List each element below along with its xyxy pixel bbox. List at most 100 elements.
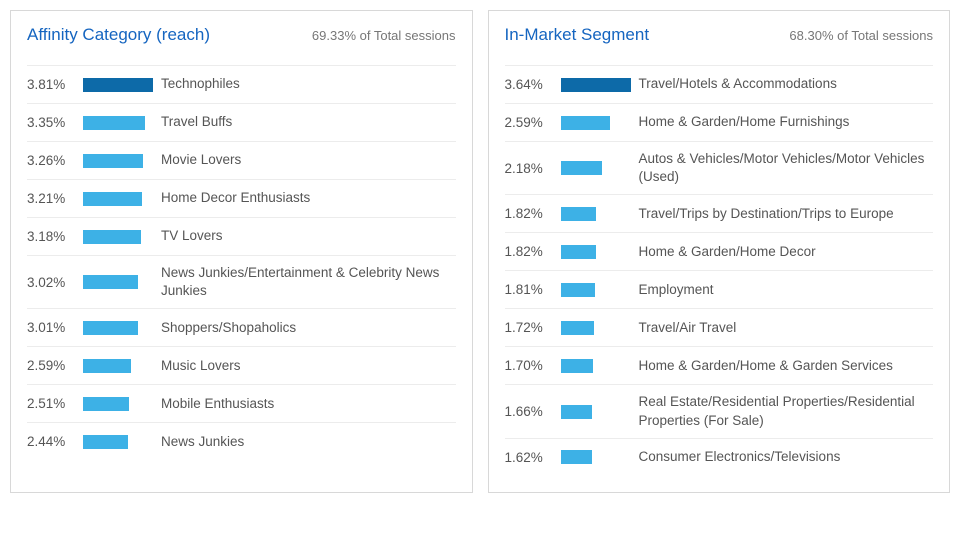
bar-icon [561, 405, 593, 419]
bar-icon [83, 397, 129, 411]
percentage-value: 1.72% [505, 320, 561, 335]
data-row[interactable]: 3.81%Technophiles [27, 65, 456, 103]
percentage-value: 1.70% [505, 358, 561, 373]
row-label: Real Estate/Residential Properties/Resid… [639, 393, 934, 429]
panel-subtitle: 68.30% of Total sessions [789, 28, 933, 43]
data-row[interactable]: 2.44% News Junkies [27, 422, 456, 460]
percentage-value: 3.26% [27, 153, 83, 168]
bar-icon [561, 321, 594, 335]
bar-cell [83, 192, 161, 206]
data-row[interactable]: 2.59% Home & Garden/Home Furnishings [505, 103, 934, 141]
row-label: Consumer Electronics/Televisions [639, 448, 841, 466]
row-label: Travel Buffs [161, 113, 232, 131]
data-row[interactable]: 3.64% Travel/Hotels & Accommodations [505, 65, 934, 103]
data-row[interactable]: 1.81% Employment [505, 270, 934, 308]
bar-cell [83, 397, 161, 411]
bar-icon [561, 245, 596, 259]
data-row[interactable]: 1.72% Travel/Air Travel [505, 308, 934, 346]
row-label: Mobile Enthusiasts [161, 395, 274, 413]
bar-icon [83, 275, 138, 289]
bar-icon [83, 230, 141, 244]
data-row[interactable]: 2.18% Autos & Vehicles/Motor Vehicles/Mot… [505, 141, 934, 194]
data-row[interactable]: 1.66% Real Estate/Residential Properties/… [505, 384, 934, 437]
row-label: Travel/Air Travel [639, 319, 737, 337]
percentage-value: 2.59% [505, 115, 561, 130]
percentage-value: 2.59% [27, 358, 83, 373]
panel-title[interactable]: In-Market Segment [505, 25, 650, 45]
row-label: Home & Garden/Home Decor [639, 243, 816, 261]
bar-cell [561, 245, 639, 259]
panel-subtitle: 69.33% of Total sessions [312, 28, 456, 43]
data-row[interactable]: 3.26% Movie Lovers [27, 141, 456, 179]
panel-title[interactable]: Affinity Category (reach) [27, 25, 210, 45]
row-label: TV Lovers [161, 227, 223, 245]
percentage-value: 3.64% [505, 77, 561, 92]
bar-cell [83, 230, 161, 244]
percentage-value: 1.82% [505, 244, 561, 259]
data-row[interactable]: 1.70% Home & Garden/Home & Garden Service… [505, 346, 934, 384]
bar-icon [83, 154, 143, 168]
bar-icon [83, 321, 138, 335]
in-market-segment-panel: In-Market Segment 68.30% of Total sessio… [488, 10, 951, 493]
bar-icon [83, 435, 128, 449]
percentage-value: 3.21% [27, 191, 83, 206]
bar-icon [83, 359, 131, 373]
bar-cell [561, 78, 639, 92]
row-label: Autos & Vehicles/Motor Vehicles/Motor Ve… [639, 150, 934, 186]
percentage-value: 1.62% [505, 450, 561, 465]
bar-icon [561, 283, 596, 297]
bar-cell [83, 321, 161, 335]
percentage-value: 3.02% [27, 275, 83, 290]
row-label: Travel/Trips by Destination/Trips to Eur… [639, 205, 894, 223]
row-label: Employment [639, 281, 714, 299]
data-row[interactable]: 1.62% Consumer Electronics/Televisions [505, 438, 934, 476]
row-label: Travel/Hotels & Accommodations [639, 75, 837, 93]
row-label: Movie Lovers [161, 151, 241, 169]
panel-header: In-Market Segment 68.30% of Total sessio… [505, 25, 934, 57]
bar-cell [561, 450, 639, 464]
percentage-value: 1.66% [505, 404, 561, 419]
bar-cell [561, 207, 639, 221]
data-row[interactable]: 1.82% Home & Garden/Home Decor [505, 232, 934, 270]
bar-cell [83, 275, 161, 289]
data-row[interactable]: 3.21%Home Decor Enthusiasts [27, 179, 456, 217]
bar-cell [561, 405, 639, 419]
in-market-rows: 3.64% Travel/Hotels & Accommodations 2.59%… [505, 65, 934, 476]
bar-cell [83, 359, 161, 373]
percentage-value: 2.51% [27, 396, 83, 411]
percentage-value: 3.35% [27, 115, 83, 130]
bar-cell [83, 435, 161, 449]
bar-icon [83, 192, 142, 206]
row-label: News Junkies [161, 433, 244, 451]
row-label: Shoppers/Shopaholics [161, 319, 296, 337]
bar-cell [561, 359, 639, 373]
data-row[interactable]: 3.02%News Junkies/Entertainment & Celebr… [27, 255, 456, 308]
percentage-value: 1.82% [505, 206, 561, 221]
data-row[interactable]: 2.59% Music Lovers [27, 346, 456, 384]
percentage-value: 3.01% [27, 320, 83, 335]
percentage-value: 2.44% [27, 434, 83, 449]
data-row[interactable]: 3.18%TV Lovers [27, 217, 456, 255]
bar-cell [561, 116, 639, 130]
bar-cell [83, 154, 161, 168]
bar-icon [83, 116, 145, 130]
row-label: Home & Garden/Home Furnishings [639, 113, 850, 131]
row-label: Music Lovers [161, 357, 241, 375]
row-label: Technophiles [161, 75, 240, 93]
bar-icon [561, 116, 611, 130]
bar-icon [561, 161, 603, 175]
bar-icon [561, 450, 592, 464]
affinity-category-panel: Affinity Category (reach) 69.33% of Tota… [10, 10, 473, 493]
data-row[interactable]: 1.82% Travel/Trips by Destination/Trips t… [505, 194, 934, 232]
data-row[interactable]: 3.35% Travel Buffs [27, 103, 456, 141]
bar-cell [83, 78, 161, 92]
data-row[interactable]: 2.51% Mobile Enthusiasts [27, 384, 456, 422]
row-label: Home & Garden/Home & Garden Services [639, 357, 893, 375]
bar-cell [561, 321, 639, 335]
percentage-value: 2.18% [505, 161, 561, 176]
data-row[interactable]: 3.01% Shoppers/Shopaholics [27, 308, 456, 346]
bar-icon [83, 78, 153, 92]
bar-cell [83, 116, 161, 130]
percentage-value: 1.81% [505, 282, 561, 297]
panel-header: Affinity Category (reach) 69.33% of Tota… [27, 25, 456, 57]
